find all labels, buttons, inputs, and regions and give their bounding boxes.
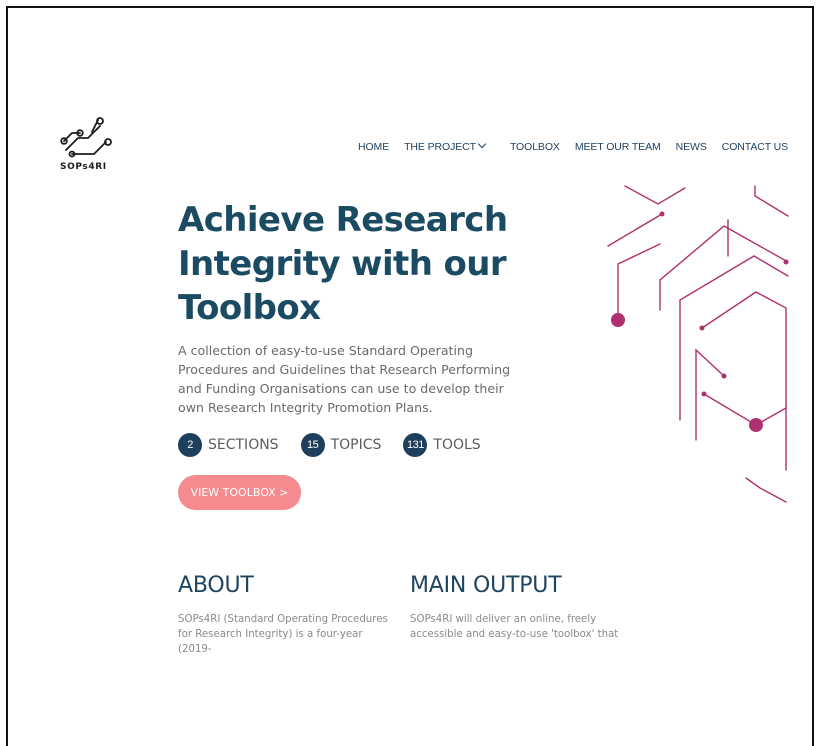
hero-title-line-1: Achieve Research <box>178 200 508 240</box>
stat-label: TOPICS <box>330 437 382 453</box>
circuit-node <box>783 259 789 265</box>
circuit-line <box>703 393 787 426</box>
site-logo[interactable]: SOPs4RI <box>56 114 116 172</box>
hero-title-line-2: Integrity with our <box>178 244 507 284</box>
stat-label: TOOLS <box>433 437 481 453</box>
stats-row: 2 SECTIONS 15 TOPICS 131 TOOLS <box>178 433 503 457</box>
chevron-down-icon <box>477 139 487 149</box>
circuit-line <box>745 477 787 503</box>
nav-news[interactable]: NEWS <box>676 141 707 153</box>
stat-count-badge: 2 <box>178 433 202 457</box>
stat-count-badge: 131 <box>403 433 428 457</box>
about-body: SOPs4RI (Standard Operating Procedures f… <box>178 614 388 655</box>
nav-home[interactable]: HOME <box>358 141 389 153</box>
hero-title: Achieve Research Integrity with our Tool… <box>178 198 538 330</box>
circuit-line <box>695 348 725 441</box>
stat-count-badge: 15 <box>300 433 325 457</box>
circuit-node <box>659 211 665 217</box>
circuit-line <box>617 243 661 321</box>
circuit-line <box>624 185 686 205</box>
circuit-logo-icon <box>60 117 112 158</box>
stat-tools: 131 TOOLS <box>403 433 481 457</box>
view-toolbox-button[interactable]: VIEW TOOLBOX > <box>178 475 301 510</box>
main-nav: HOME THE PROJECT TOOLBOX MEET OUR TEAM N… <box>358 139 788 153</box>
hero-description: A collection of easy-to-use Standard Ope… <box>178 343 511 415</box>
circuit-node <box>699 325 705 331</box>
circuit-node <box>721 373 727 379</box>
stat-topics: 15 TOPICS <box>300 433 382 457</box>
stat-sections: 2 SECTIONS <box>178 433 279 457</box>
circuit-line <box>659 225 789 311</box>
circuit-line <box>701 291 787 471</box>
main-output-body: SOPs4RI will deliver an online, freely a… <box>410 614 619 640</box>
nav-the-project-label: THE PROJECT <box>404 141 476 153</box>
circuit-line <box>607 213 663 247</box>
logo-text: SOPs4RI <box>60 162 107 172</box>
main-output-title: MAIN OUTPUT <box>410 573 562 598</box>
nav-contact-us[interactable]: CONTACT US <box>722 141 788 153</box>
circuit-node <box>749 418 763 432</box>
nav-the-project[interactable]: THE PROJECT <box>404 139 487 153</box>
circuit-line <box>754 185 789 217</box>
circuit-node <box>611 313 625 327</box>
hero-title-line-3: Toolbox <box>178 288 321 328</box>
nav-toolbox[interactable]: TOOLBOX <box>510 141 560 153</box>
stat-label: SECTIONS <box>208 437 279 453</box>
circuit-decoration <box>607 185 789 503</box>
about-title: ABOUT <box>178 573 254 598</box>
nav-meet-our-team[interactable]: MEET OUR TEAM <box>575 141 661 153</box>
circuit-node <box>701 391 707 397</box>
